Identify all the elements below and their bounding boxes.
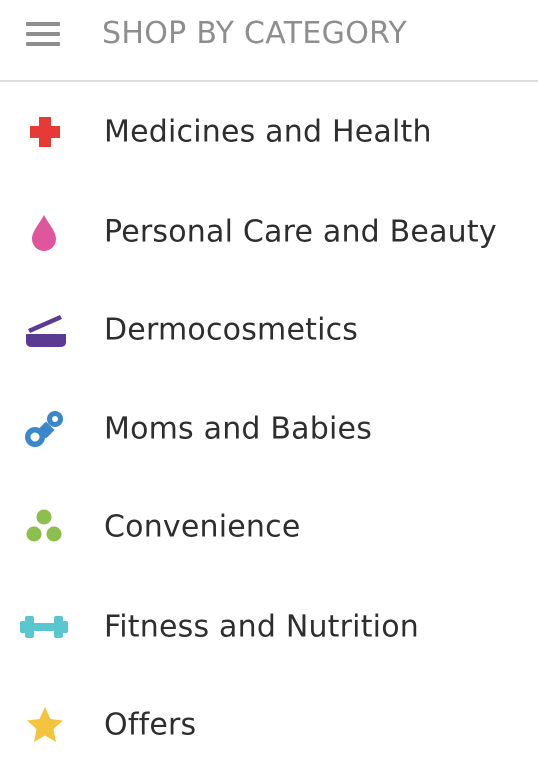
star-icon (22, 702, 68, 748)
category-label: Fitness and Nutrition (104, 609, 419, 645)
category-label: Personal Care and Beauty (104, 214, 497, 250)
category-item-personal-care[interactable]: Personal Care and Beauty (0, 187, 538, 277)
drop-icon (22, 209, 68, 255)
category-item-dermocosmetics[interactable]: Dermocosmetics (0, 285, 538, 375)
cream-jar-icon (22, 307, 68, 353)
pacifier-icon (22, 406, 68, 452)
category-label: Dermocosmetics (104, 312, 359, 348)
red-cross-icon (22, 109, 68, 155)
category-label: Medicines and Health (104, 114, 432, 150)
category-label: Convenience (104, 509, 301, 545)
category-item-offers[interactable]: Offers (0, 680, 538, 770)
hamburger-menu-icon[interactable] (26, 22, 60, 48)
category-label: Moms and Babies (104, 411, 373, 447)
page-title: SHOP BY CATEGORY (102, 16, 407, 51)
category-item-convenience[interactable]: Convenience (0, 482, 538, 572)
three-dots-icon (22, 504, 68, 550)
category-item-medicines[interactable]: Medicines and Health (0, 87, 538, 177)
category-label: Offers (104, 707, 197, 743)
category-item-fitness[interactable]: Fitness and Nutrition (0, 582, 538, 672)
dumbbell-icon (18, 604, 74, 650)
category-item-moms-babies[interactable]: Moms and Babies (0, 384, 538, 474)
category-header: SHOP BY CATEGORY (0, 0, 538, 82)
